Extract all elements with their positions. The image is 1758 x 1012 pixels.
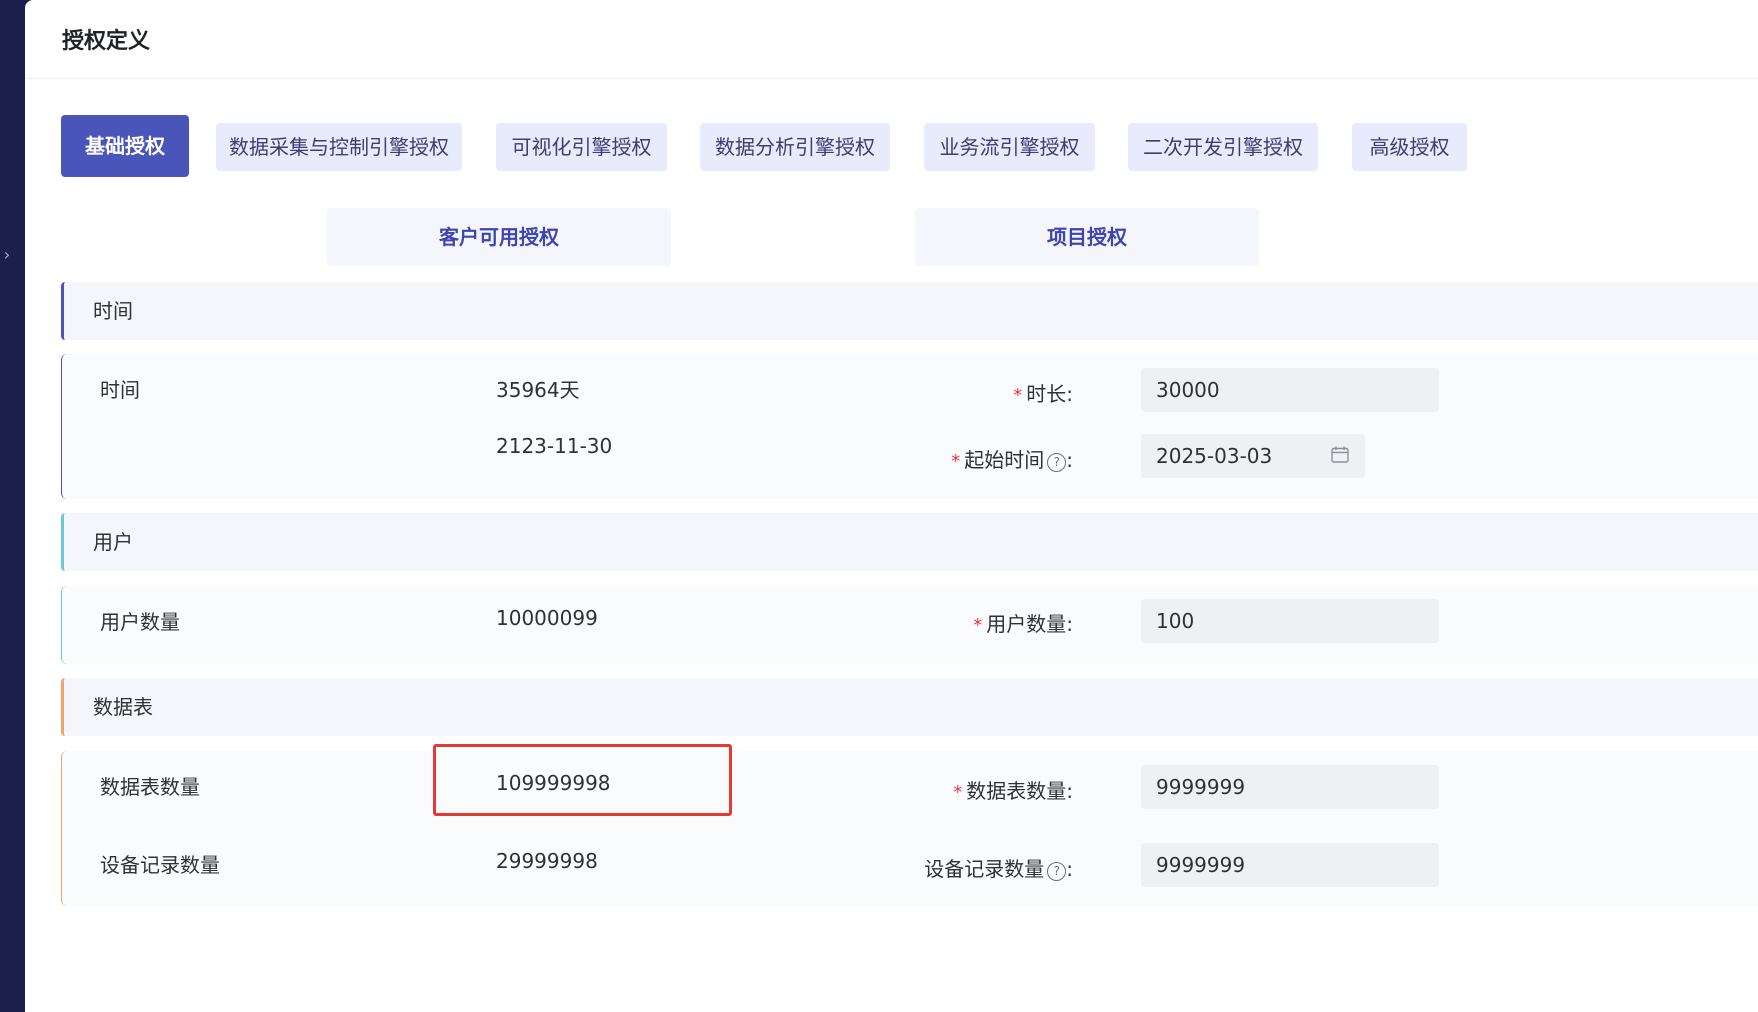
user-count-label-wrap: * 用户数量: [802,608,1073,638]
user-count-form-label: * 用户数量: [973,608,1073,637]
required-mark: * [951,451,961,472]
required-mark: * [973,615,983,636]
colon: : [1066,779,1073,803]
required-mark: * [1013,385,1023,406]
table-count-form-label: * 数据表数量: [953,775,1073,804]
device-record-form-label-text: 设备记录数量 [924,857,1045,881]
page-header: 授权定义 [25,0,1758,79]
colon: : [1066,612,1073,636]
colon: : [1066,382,1073,406]
duration-label: * 时长: [1013,378,1073,407]
device-record-label-wrap: 设备记录数量?: [802,853,1073,883]
subtab-project-license[interactable]: 项目授权 [915,208,1259,266]
help-question-icon[interactable]: ? [1047,862,1067,881]
section-data-table-header: 数据表 [61,678,1758,736]
device-record-input[interactable]: 9999999 [1141,843,1439,887]
start-date-value: 2025-03-03 [1156,444,1273,468]
table-count-input[interactable]: 9999999 [1141,765,1439,809]
tab-data-analysis-license[interactable]: 数据分析引擎授权 [700,123,890,171]
page-title: 授权定义 [62,29,151,54]
table-count-row-label: 数据表数量 [100,775,200,799]
user-count-value: 10000099 [496,606,598,630]
device-record-value: 29999998 [496,849,598,873]
time-end-date-value: 2123-11-30 [496,434,613,458]
time-days-value: 35964天 [496,378,580,402]
section-user-body: 用户数量 10000099 * 用户数量: 100 [61,586,1758,664]
device-record-row-label: 设备记录数量 [100,853,220,877]
tab-visualization-license[interactable]: 可视化引擎授权 [496,123,667,171]
table-count-label-wrap: * 数据表数量: [802,775,1073,805]
tab-basic-license[interactable]: 基础授权 [61,115,189,177]
calendar-icon[interactable] [1331,446,1349,463]
subtab-customer-available-license[interactable]: 客户可用授权 [327,208,671,266]
user-count-row-label: 用户数量 [100,610,180,634]
duration-input[interactable]: 30000 [1141,368,1439,412]
tab-advanced-license[interactable]: 高级授权 [1352,123,1467,171]
section-time-header: 时间 [61,282,1758,340]
device-record-form-label: 设备记录数量?: [924,853,1073,882]
help-question-icon[interactable]: ? [1047,453,1067,472]
table-count-form-label-text: 数据表数量 [966,779,1067,803]
main-panel: 授权定义 基础授权 数据采集与控制引擎授权 可视化引擎授权 数据分析引擎授权 业… [25,0,1758,1012]
required-mark: * [953,782,963,803]
expand-sidebar-chevron-icon[interactable]: › [0,245,14,265]
colon: : [1066,448,1073,472]
start-date-picker[interactable]: 2025-03-03 [1141,434,1365,478]
user-count-form-label-text: 用户数量 [986,612,1067,636]
start-time-label-wrap: * 起始时间?: [802,444,1073,474]
tab-workflow-license[interactable]: 业务流引擎授权 [924,123,1095,171]
time-row-label: 时间 [100,378,140,402]
tab-secondary-dev-license[interactable]: 二次开发引擎授权 [1128,123,1318,171]
duration-label-text: 时长 [1026,382,1067,406]
colon: : [1066,857,1073,881]
section-time-body: 时间 35964天 2123-11-30 * 时长: 30000 * 起始时间?: … [61,354,1758,499]
tab-data-acquisition-license[interactable]: 数据采集与控制引擎授权 [216,123,462,171]
start-time-label: * 起始时间?: [951,444,1073,473]
highlight-annotation-box [433,744,732,816]
duration-label-wrap: * 时长: [802,378,1073,408]
start-time-label-text: 起始时间 [964,448,1045,472]
user-count-input[interactable]: 100 [1141,599,1439,643]
section-data-table-body: 数据表数量 109999998 * 数据表数量: 9999999 设备记录数量 2… [61,751,1758,906]
left-sidebar-rail: › [0,0,25,1012]
section-user-header: 用户 [61,513,1758,571]
